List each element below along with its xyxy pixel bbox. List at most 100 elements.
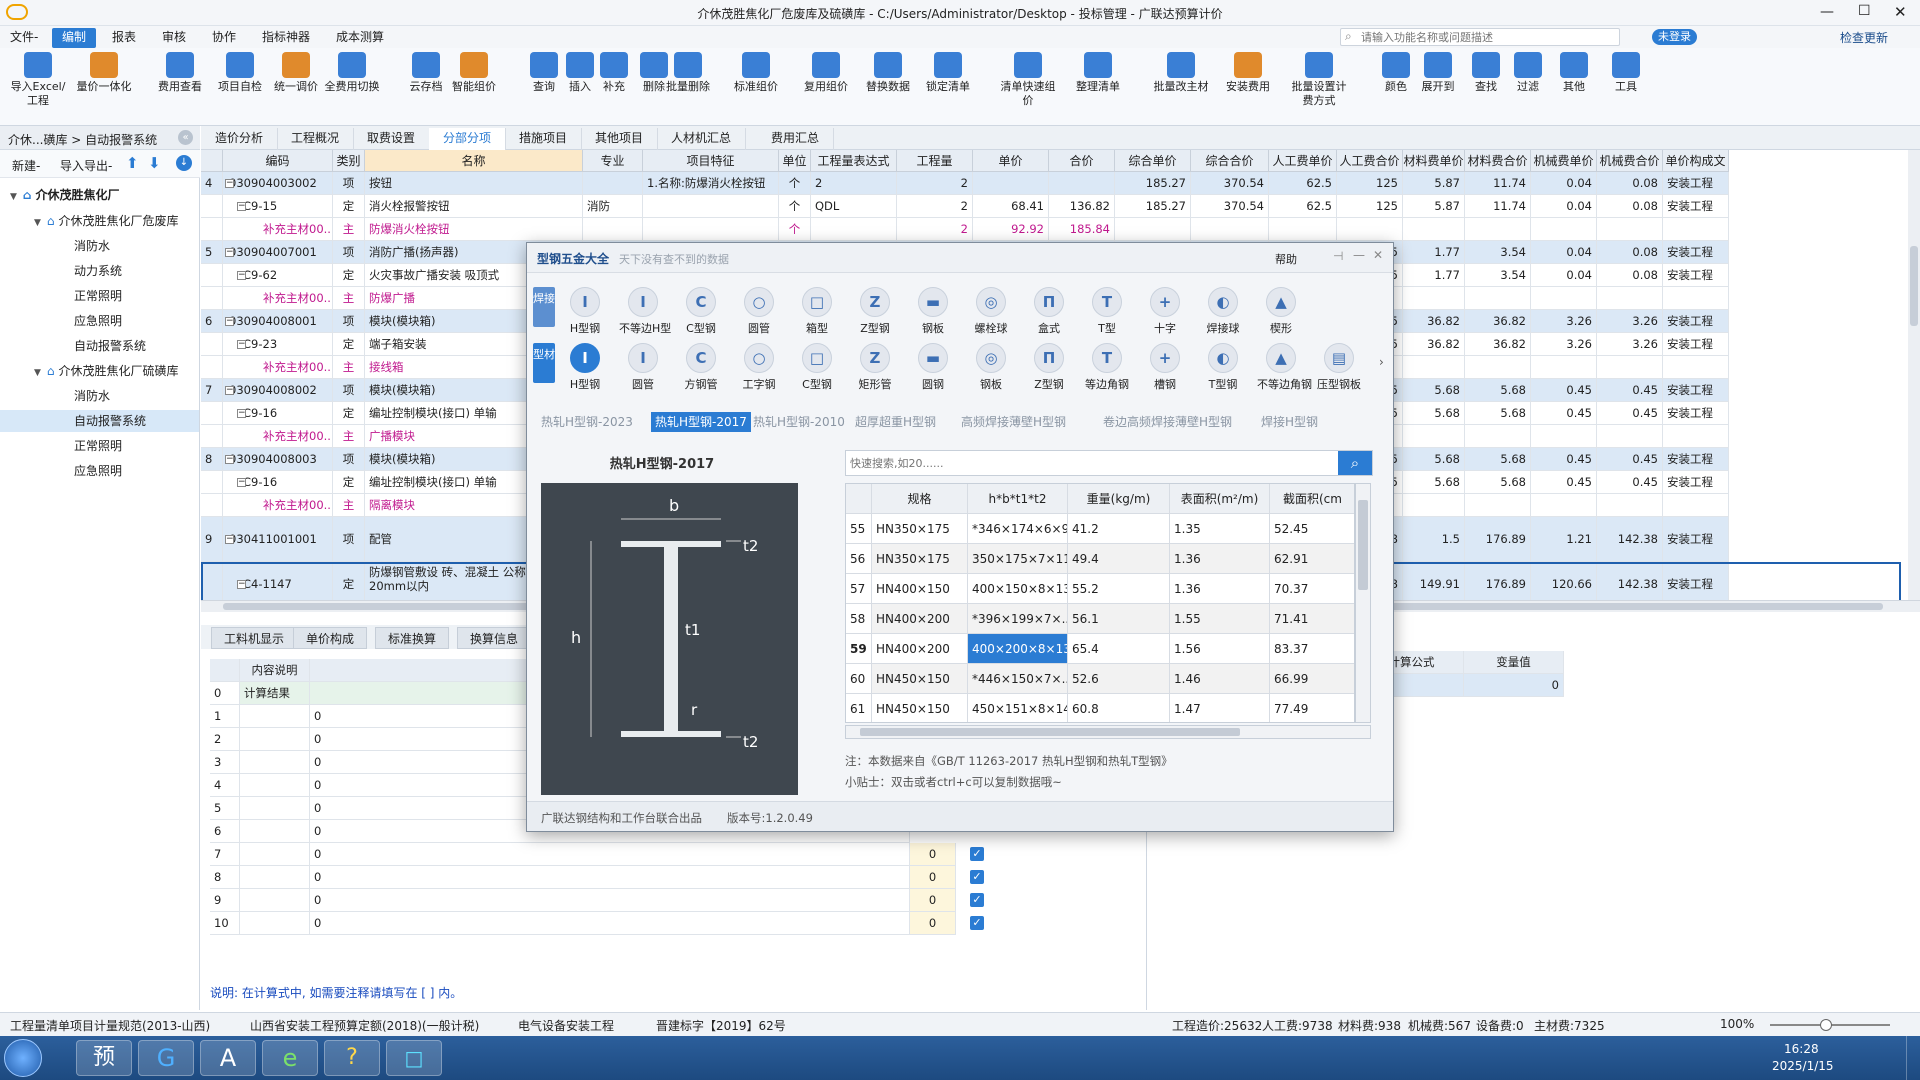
new-button[interactable]: 新建- <box>12 157 40 174</box>
category-section_items-9[interactable]: T 等边角钢 <box>1083 343 1131 392</box>
grid-header[interactable]: 材料费单价 <box>1403 150 1465 172</box>
ribbon-button-5[interactable]: 全费用切换 <box>324 52 380 94</box>
ribbon-button-20[interactable]: 安装费用 <box>1220 52 1276 94</box>
grid-cell-mt[interactable]: 3.54 <box>1465 241 1531 264</box>
taskbar-app-budget[interactable]: 预 <box>76 1040 132 1076</box>
grid-cell-cp[interactable]: 185.27 <box>1115 172 1191 195</box>
bottom-row-formula[interactable]: 0 <box>310 866 910 889</box>
grid-header[interactable]: 名称 <box>365 150 583 172</box>
grid-cell-code[interactable]: 030904008003 <box>223 448 333 471</box>
grid-cell-jt[interactable]: 142.38 <box>1597 517 1663 562</box>
grid-header[interactable]: 机械费合价 <box>1597 150 1663 172</box>
grid-cell-jp[interactable]: 0.45 <box>1531 379 1597 402</box>
ribbon-button-16[interactable]: 锁定清单 <box>920 52 976 94</box>
ribbon-tab-index[interactable]: 指标神器 <box>252 28 320 48</box>
grid-cell-lt[interactable]: 125 <box>1337 195 1403 218</box>
spec-cell-w[interactable]: 56.1 <box>1068 604 1170 634</box>
spec-cell-spec[interactable]: HN450×150 <box>872 664 968 694</box>
category-section_items-3[interactable]: ○ 工字钢 <box>735 343 783 392</box>
grid-cell-unit[interactable]: 个 <box>779 172 811 195</box>
grid-cell-gc[interactable]: 安装工程 <box>1663 402 1729 425</box>
grid-cell-total[interactable]: 136.82 <box>1049 195 1115 218</box>
ribbon-button-12[interactable]: 批量删除 <box>660 52 716 94</box>
grid-cell-mp[interactable]: 5.68 <box>1403 448 1465 471</box>
show-desktop-button[interactable] <box>1906 1036 1920 1080</box>
grid-cell-n[interactable] <box>201 218 223 241</box>
row-checkbox[interactable]: ✓ <box>970 916 984 930</box>
grid-cell-n[interactable] <box>201 195 223 218</box>
dialog-close-icon[interactable]: ✕ <box>1373 248 1383 262</box>
grid-vscrollbar[interactable] <box>1908 150 1920 600</box>
grid-cell-lp[interactable] <box>1269 218 1337 241</box>
grid-cell-n[interactable]: 6 <box>201 310 223 333</box>
spec-cell-spec[interactable]: HN450×150 <box>872 694 968 722</box>
grid-cell-mt[interactable] <box>1465 425 1531 448</box>
grid-cell-ct[interactable]: 370.54 <box>1191 172 1269 195</box>
grid-cell-mp[interactable]: 5.68 <box>1403 471 1465 494</box>
spec-cell-n[interactable]: 56 <box>846 544 872 574</box>
grid-cell-price[interactable]: 68.41 <box>973 195 1049 218</box>
subtab-1[interactable]: 工程概况 <box>277 128 355 150</box>
grid-cell-jp[interactable]: 0.45 <box>1531 471 1597 494</box>
category-section_items-4[interactable]: □ C型钢 <box>793 343 841 392</box>
ribbon-button-7[interactable]: 智能组价 <box>446 52 502 94</box>
grid-cell-mt[interactable]: 176.89 <box>1465 517 1531 562</box>
collapse-icon[interactable]: « <box>178 130 193 145</box>
spec-table-header[interactable]: 截面积(cm <box>1270 484 1354 514</box>
spec-cell-w[interactable]: 52.6 <box>1068 664 1170 694</box>
spec-table-header[interactable]: 重量(kg/m) <box>1068 484 1170 514</box>
bottom-row-desc[interactable] <box>240 728 310 751</box>
close-button[interactable]: ✕ <box>1894 3 1907 21</box>
grid-cell-cat[interactable]: 项 <box>333 310 365 333</box>
tree-item[interactable]: ▼ ⌂ 介休茂胜焦化厂危废库 <box>0 210 199 232</box>
spec-cell-a[interactable]: 83.37 <box>1270 634 1354 664</box>
spec-cell-s[interactable]: 1.36 <box>1170 574 1270 604</box>
grid-cell-feat[interactable] <box>643 195 779 218</box>
tree-item[interactable]: 正常照明 <box>0 435 199 457</box>
grid-cell-jt[interactable] <box>1597 287 1663 310</box>
ribbon-button-15[interactable]: 替换数据 <box>860 52 916 94</box>
ribbon-button-26[interactable]: 其他 <box>1546 52 1602 94</box>
grid-cell-qty[interactable]: 2 <box>897 195 973 218</box>
grid-cell-mt[interactable]: 5.68 <box>1465 402 1531 425</box>
bottom-row-desc[interactable] <box>240 774 310 797</box>
grid-cell-ct[interactable] <box>1191 218 1269 241</box>
tree-item[interactable]: ▼ ⌂ 介休茂胜焦化厂 <box>0 184 199 206</box>
grid-cell-jt[interactable]: 0.08 <box>1597 172 1663 195</box>
grid-cell-lp[interactable]: 62.5 <box>1269 172 1337 195</box>
grid-cell-spec[interactable] <box>583 218 643 241</box>
ribbon-tab-cost[interactable]: 成本测算 <box>326 28 394 48</box>
grid-cell-gc[interactable]: 安装工程 <box>1663 333 1729 356</box>
subtab-3[interactable]: 分部分项 <box>429 128 507 150</box>
collapse-toggle-icon[interactable]: − <box>225 316 234 326</box>
spec-cell-spec[interactable]: HN400×200 <box>872 634 968 664</box>
collapse-toggle-icon[interactable]: − <box>237 270 246 280</box>
taskbar-app-ie[interactable]: e <box>262 1040 318 1076</box>
spec-cell-dims[interactable]: *446×150×7×... <box>968 664 1068 694</box>
grid-cell-jt[interactable] <box>1597 218 1663 241</box>
grid-cell-mp[interactable] <box>1403 494 1465 517</box>
grid-cell-n[interactable] <box>201 562 223 600</box>
category-section_items-10[interactable]: + 槽钢 <box>1141 343 1189 392</box>
subtab-2[interactable]: 取费设置 <box>353 128 431 150</box>
category-weld_items-1[interactable]: I 不等边H型 <box>619 287 671 336</box>
grid-cell-feat[interactable]: 1.名称:防爆消火栓按钮 <box>643 172 779 195</box>
grid-cell-jt[interactable]: 0.08 <box>1597 195 1663 218</box>
grid-cell-mt[interactable]: 5.68 <box>1465 448 1531 471</box>
grid-cell-jt[interactable]: 0.45 <box>1597 402 1663 425</box>
breadcrumb[interactable]: 介休...磺库 > 自动报警系统 <box>8 131 157 148</box>
grid-cell-cat[interactable]: 定 <box>333 562 365 600</box>
grid-cell-cp[interactable] <box>1115 218 1191 241</box>
category-weld_items-12[interactable]: ▲ 楔形 <box>1257 287 1305 336</box>
collapse-toggle-icon[interactable]: − <box>237 201 246 211</box>
table-vscrollbar[interactable] <box>1355 483 1371 723</box>
grid-cell-gc[interactable]: 安装工程 <box>1663 471 1729 494</box>
tree-item[interactable]: 正常照明 <box>0 285 199 307</box>
grid-cell-gc[interactable] <box>1663 218 1729 241</box>
grid-cell-expr[interactable] <box>811 218 897 241</box>
grid-cell-gc[interactable]: 安装工程 <box>1663 310 1729 333</box>
category-weld_items-2[interactable]: C C型钢 <box>677 287 725 336</box>
grid-cell-jp[interactable]: 0.04 <box>1531 241 1597 264</box>
group-section-tab[interactable]: 型材 <box>533 343 555 383</box>
category-section_items-6[interactable]: ▬ 圆钢 <box>909 343 957 392</box>
